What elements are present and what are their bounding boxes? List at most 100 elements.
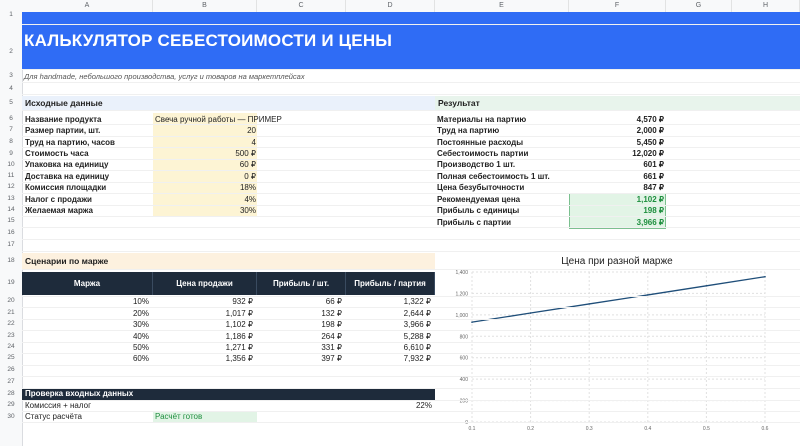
grid-line bbox=[22, 388, 800, 389]
data-point bbox=[529, 312, 532, 314]
scenarios-column-header[interactable]: Цена продажи bbox=[153, 272, 257, 295]
y-tick-label: 400 bbox=[460, 377, 469, 383]
row-number[interactable]: 16 bbox=[0, 229, 22, 236]
result-label: Себестоимость партии bbox=[437, 149, 529, 158]
row-number[interactable]: 26 bbox=[0, 366, 22, 373]
y-tick-label: 800 bbox=[460, 334, 469, 340]
scenarios-column-header[interactable]: Прибыль / партия bbox=[346, 272, 435, 295]
grid-line bbox=[22, 411, 800, 412]
result-value: 601 ₽ bbox=[643, 160, 664, 169]
row-number[interactable]: 11 bbox=[0, 172, 22, 179]
input-value[interactable]: 60 ₽ bbox=[155, 159, 256, 170]
result-label: Полная себестоимость 1 шт. bbox=[437, 172, 550, 181]
input-value[interactable]: 500 ₽ bbox=[155, 148, 256, 159]
table-cell: 1,271 ₽ bbox=[225, 343, 253, 352]
x-tick-label: 0.1 bbox=[469, 426, 476, 432]
row-number[interactable]: 14 bbox=[0, 206, 22, 213]
column-header-c[interactable]: C bbox=[257, 0, 346, 12]
row-number[interactable]: 19 bbox=[0, 279, 22, 286]
grid-line bbox=[22, 296, 800, 297]
result-value: 12,020 ₽ bbox=[632, 149, 664, 158]
input-value[interactable]: 4% bbox=[155, 194, 256, 205]
input-label: Стоимость часа bbox=[25, 149, 89, 158]
table-cell: 397 ₽ bbox=[321, 354, 342, 363]
grid-line bbox=[22, 307, 800, 308]
scenarios-column-header[interactable]: Маржа bbox=[22, 272, 153, 295]
column-header-e[interactable]: E bbox=[435, 0, 569, 12]
row-number[interactable]: 20 bbox=[0, 297, 22, 304]
y-tick-label: 600 bbox=[460, 356, 469, 362]
check-label: Статус расчёта bbox=[25, 412, 82, 421]
row-number[interactable]: 21 bbox=[0, 309, 22, 316]
grid-line bbox=[22, 353, 800, 354]
table-cell: 2,644 ₽ bbox=[403, 309, 431, 318]
result-value: 847 ₽ bbox=[643, 183, 664, 192]
table-cell: 7,932 ₽ bbox=[403, 354, 431, 363]
row-number[interactable]: 29 bbox=[0, 401, 22, 408]
column-header-b[interactable]: B bbox=[153, 0, 257, 12]
scenarios-section-header: Сценарии по марже bbox=[25, 256, 109, 266]
row-number[interactable]: 24 bbox=[0, 343, 22, 350]
column-header-f[interactable]: F bbox=[569, 0, 666, 12]
chart-title: Цена при разной марже bbox=[561, 256, 673, 267]
table-cell: 1,186 ₽ bbox=[225, 332, 253, 341]
table-cell: 198 ₽ bbox=[321, 320, 342, 329]
table-cell: 3,966 ₽ bbox=[403, 320, 431, 329]
table-cell: 331 ₽ bbox=[321, 343, 342, 352]
grid-line bbox=[22, 182, 800, 183]
grid-line bbox=[22, 124, 800, 125]
row-number[interactable]: 12 bbox=[0, 183, 22, 190]
inputs-section-header: Исходные данные bbox=[22, 96, 435, 110]
table-cell: 30% bbox=[132, 320, 149, 329]
row-number[interactable]: 5 bbox=[0, 99, 22, 106]
x-tick-label: 0.2 bbox=[527, 426, 534, 432]
row-number[interactable]: 4 bbox=[0, 85, 22, 92]
input-value[interactable]: 20 bbox=[155, 125, 256, 136]
column-header-a[interactable]: A bbox=[22, 0, 153, 12]
table-cell: 1,017 ₽ bbox=[225, 309, 253, 318]
row-number[interactable]: 18 bbox=[0, 257, 22, 264]
input-value[interactable]: 30% bbox=[155, 205, 256, 216]
table-cell: 60% bbox=[132, 354, 149, 363]
grid-line bbox=[22, 24, 800, 25]
y-tick-label: 1,400 bbox=[455, 270, 468, 276]
result-label: Труд на партию bbox=[437, 126, 500, 135]
row-number[interactable]: 13 bbox=[0, 195, 22, 202]
result-label: Цена безубыточности bbox=[437, 183, 525, 192]
row-number[interactable]: 17 bbox=[0, 241, 22, 248]
row-number[interactable]: 7 bbox=[0, 126, 22, 133]
grid-line bbox=[22, 136, 800, 137]
grid-line bbox=[22, 216, 800, 217]
row-number[interactable]: 9 bbox=[0, 150, 22, 157]
x-tick-label: 0.3 bbox=[586, 426, 593, 432]
row-number[interactable]: 8 bbox=[0, 138, 22, 145]
table-cell: 5,288 ₽ bbox=[403, 332, 431, 341]
input-value[interactable]: 0 ₽ bbox=[155, 171, 256, 182]
grid-line bbox=[22, 147, 800, 148]
row-number[interactable]: 25 bbox=[0, 354, 22, 361]
row-number[interactable]: 3 bbox=[0, 72, 22, 79]
table-cell: 50% bbox=[132, 343, 149, 352]
row-number[interactable]: 2 bbox=[0, 48, 22, 55]
row-number[interactable]: 10 bbox=[0, 161, 22, 168]
grid-line bbox=[22, 365, 800, 366]
input-label: Размер партии, шт. bbox=[25, 126, 101, 135]
table-cell: 20% bbox=[132, 309, 149, 318]
grid-line bbox=[22, 376, 800, 377]
scenarios-column-header[interactable]: Прибыль / шт. bbox=[257, 272, 346, 295]
row-number[interactable]: 15 bbox=[0, 217, 22, 224]
input-value[interactable]: 18% bbox=[155, 182, 256, 193]
row-number[interactable]: 6 bbox=[0, 115, 22, 122]
column-header-g[interactable]: G bbox=[666, 0, 732, 12]
row-number[interactable]: 1 bbox=[0, 11, 22, 18]
input-label: Доставка на единицу bbox=[25, 172, 110, 181]
row-number[interactable]: 30 bbox=[0, 413, 22, 420]
row-number[interactable]: 23 bbox=[0, 332, 22, 339]
column-header-d[interactable]: D bbox=[346, 0, 435, 12]
row-number[interactable]: 22 bbox=[0, 320, 22, 327]
grid-line bbox=[22, 110, 800, 111]
column-header-h[interactable]: H bbox=[732, 0, 800, 12]
result-label: Прибыль с единицы bbox=[437, 206, 520, 215]
row-number[interactable]: 28 bbox=[0, 390, 22, 397]
row-number[interactable]: 27 bbox=[0, 378, 22, 385]
